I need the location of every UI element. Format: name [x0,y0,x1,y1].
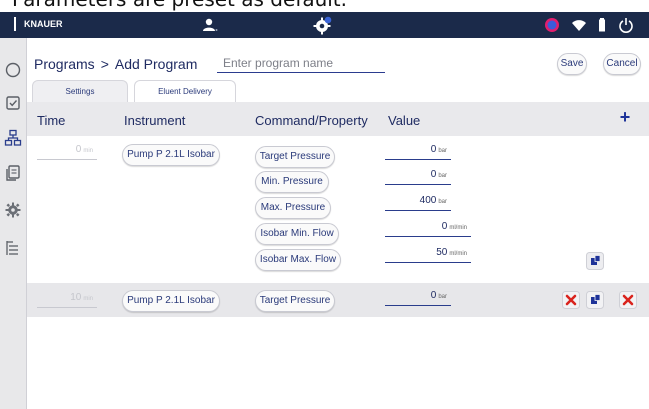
value-field-target-pressure[interactable]: 0 bar [385,144,451,160]
network-icon[interactable] [543,17,561,33]
command-button-isobar-min-flow[interactable]: Isobar Min. Flow [255,223,339,245]
copy-row-icon[interactable] [586,252,604,270]
battery-icon [599,18,605,32]
command-button-isobar-max-flow[interactable]: Isobar Max. Flow [255,249,341,271]
tab-eluent-delivery[interactable]: Eluent Delivery [134,80,236,102]
breadcrumb: Programs > Add Program [34,56,197,72]
tab-settings[interactable]: Settings [32,80,128,102]
main-panel: Programs > Add Program Save Cancel Setting… [27,38,649,409]
value-field-isobar-max-flow[interactable]: 50 ml/min [385,247,471,263]
caption-text: Parameters are preset as default. [12,0,347,11]
command-button-max-pressure[interactable]: Max. Pressure [255,197,331,219]
value-field-min-pressure[interactable]: 0 bar [385,169,451,185]
gear-icon[interactable] [4,201,22,219]
table-row [27,283,649,317]
column-header-command: Command/Property [255,113,368,128]
breadcrumb-current: Add Program [114,56,198,72]
command-button-min-pressure[interactable]: Min. Pressure [255,171,329,193]
table-header: Time Instrument Command/Property Value + [27,102,649,136]
wifi-icon [572,20,586,31]
breadcrumb-programs-link[interactable]: Programs [34,56,95,72]
time-field-row2[interactable]: 10 min [37,292,97,308]
knauer-logo-text: KNAUER [24,19,63,29]
instrument-button[interactable]: Pump P 2.1L Isobar [122,144,220,166]
value-field-target-pressure-row2[interactable]: 0 bar [385,290,451,306]
copy-row-icon[interactable] [586,291,604,309]
tab-bar: Settings Eluent Delivery [32,80,649,102]
breadcrumb-separator: > [100,56,109,72]
command-button-target-pressure[interactable]: Target Pressure [255,146,335,168]
column-header-value: Value [388,113,421,128]
status-bar: KNAUER [0,12,649,38]
hierarchy-icon[interactable] [4,129,22,147]
power-icon[interactable] [618,17,634,33]
value-field-max-pressure[interactable]: 400 bar [385,195,451,211]
list-icon[interactable] [4,239,22,257]
program-name-input[interactable] [217,53,385,73]
cancel-button[interactable]: Cancel [603,53,641,75]
gear-badge-icon[interactable] [313,15,333,35]
instrument-button-row2[interactable]: Pump P 2.1L Isobar [122,290,220,312]
delete-command-icon[interactable] [562,291,580,309]
side-nav [0,38,27,409]
command-button-target-pressure-row2[interactable]: Target Pressure [255,290,335,312]
knauer-logo-mark [14,17,16,31]
checkbox-icon[interactable] [4,94,22,112]
user-icon[interactable] [202,17,218,33]
column-header-instrument: Instrument [124,113,186,128]
value-field-isobar-min-flow[interactable]: 0 ml/min [385,221,471,237]
circle-icon[interactable] [4,61,22,79]
copy-icon[interactable] [4,164,22,182]
time-field[interactable]: 0 min [37,144,97,160]
caption-strip: Parameters are preset as default. [0,0,649,12]
save-button[interactable]: Save [557,53,587,75]
column-header-time: Time [37,113,66,128]
delete-row-icon[interactable] [619,291,637,309]
add-row-icon[interactable]: + [617,108,633,126]
